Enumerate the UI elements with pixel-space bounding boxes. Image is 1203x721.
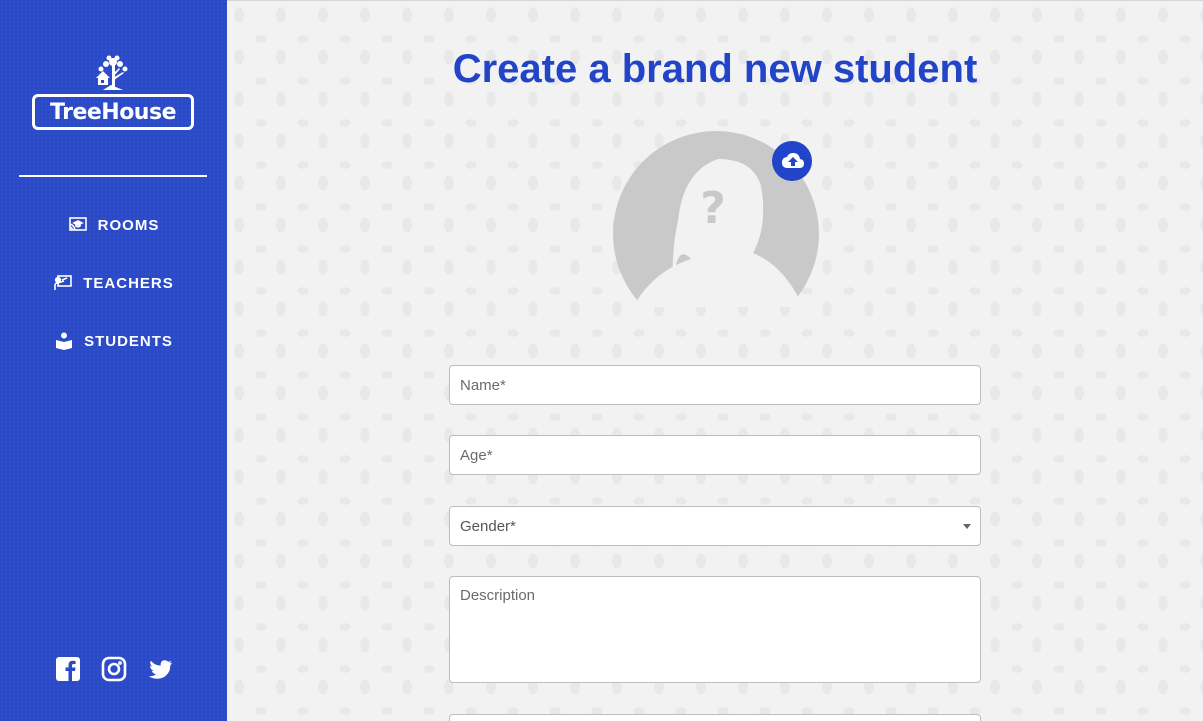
sidebar-item-teachers[interactable]: TEACHERS [0,254,227,312]
sidebar-item-label: STUDENTS [84,332,173,350]
tree-house-icon [96,55,128,90]
brand-name: TreeHouse [50,99,177,125]
main-content: Create a brand new student ? Gender* [227,0,1203,721]
sidebar: TreeHouse ROOMS TEACHERS STUDENTS [0,0,227,721]
cloud-upload-icon [782,153,804,168]
rooms-icon [68,215,88,235]
twitter-icon[interactable] [147,655,173,683]
instagram-icon[interactable] [101,655,127,683]
svg-text:?: ? [700,183,726,234]
students-icon [54,331,74,351]
sidebar-divider [19,175,207,177]
gender-select-label: Gender* [460,517,516,535]
next-field-partial[interactable] [449,714,981,721]
logo-box: TreeHouse [32,94,194,130]
description-input[interactable] [449,576,981,683]
gender-select[interactable]: Gender* [449,506,981,546]
sidebar-item-rooms[interactable]: ROOMS [0,196,227,254]
teachers-icon [53,273,73,293]
upload-photo-button[interactable] [772,141,812,181]
treehouse-logo[interactable]: TreeHouse [32,52,194,130]
age-input[interactable] [449,435,981,475]
sidebar-nav: ROOMS TEACHERS STUDENTS [0,196,227,370]
chevron-down-icon [963,524,971,529]
sidebar-item-label: ROOMS [97,216,160,234]
name-input[interactable] [449,365,981,405]
sidebar-item-students[interactable]: STUDENTS [0,312,227,370]
facebook-icon[interactable] [55,655,81,683]
page-title: Create a brand new student [452,47,978,91]
sidebar-item-label: TEACHERS [83,274,174,292]
social-links [55,655,173,683]
